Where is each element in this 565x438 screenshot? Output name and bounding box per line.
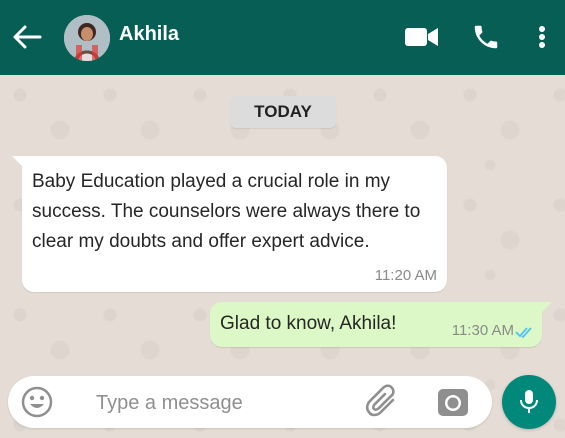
chat-header: Akhila xyxy=(0,0,565,75)
more-vertical-icon xyxy=(539,26,545,48)
message-time: 11:20 AM xyxy=(374,267,437,284)
more-options-button[interactable] xyxy=(532,22,552,52)
voice-message-button[interactable] xyxy=(502,375,556,429)
contact-photo xyxy=(64,15,110,61)
video-call-button[interactable] xyxy=(404,22,440,52)
back-button[interactable] xyxy=(10,22,44,52)
camera-icon xyxy=(438,389,468,416)
emoji-button[interactable] xyxy=(20,385,54,419)
voice-call-button[interactable] xyxy=(470,22,502,52)
emoji-icon xyxy=(21,386,53,418)
back-arrow-icon xyxy=(13,25,42,49)
outgoing-message[interactable]: Glad to know, Akhila! 11:30 AM xyxy=(210,302,552,347)
video-camera-icon xyxy=(405,28,438,46)
read-receipt-icon xyxy=(515,327,532,339)
microphone-icon xyxy=(520,390,538,413)
date-chip: TODAY xyxy=(230,96,336,128)
message-time: 11:30 AM xyxy=(451,322,514,339)
bubble-tail xyxy=(12,156,24,168)
message-input[interactable] xyxy=(94,386,348,420)
contact-name[interactable]: Akhila xyxy=(119,23,179,46)
message-composer xyxy=(8,376,492,428)
bubble-tail xyxy=(540,302,552,314)
camera-button[interactable] xyxy=(436,385,470,419)
message-text: Baby Education played a crucial role in … xyxy=(32,171,421,252)
avatar[interactable] xyxy=(64,15,110,61)
paperclip-icon xyxy=(365,384,395,417)
attach-button[interactable] xyxy=(364,383,402,421)
incoming-message[interactable]: Baby Education played a crucial role in … xyxy=(12,156,447,292)
phone-icon xyxy=(474,25,498,49)
